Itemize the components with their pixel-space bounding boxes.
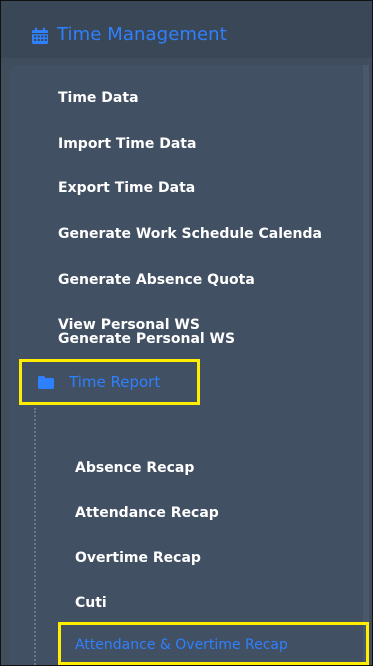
menu-item-time-data[interactable]: Time Data xyxy=(58,89,139,107)
menu-item-cuti[interactable]: Cuti xyxy=(75,594,107,612)
menu-item-attendance-recap[interactable]: Attendance Recap xyxy=(75,504,219,522)
menu-item-attendance-overtime-recap[interactable]: Attendance & Overtime Recap xyxy=(58,622,369,665)
menu-item-generate-personal-ws[interactable]: Generate Personal WS xyxy=(58,330,235,348)
menu-item-import-time-data[interactable]: Import Time Data xyxy=(58,135,196,153)
scrollbar[interactable] xyxy=(363,65,369,665)
menu-item-generate-absence-quota[interactable]: Generate Absence Quota xyxy=(58,271,255,289)
calendar-icon xyxy=(32,27,48,44)
menu-item-export-time-data[interactable]: Export Time Data xyxy=(58,179,195,197)
menu-item-absence-recap[interactable]: Absence Recap xyxy=(75,459,194,477)
section-title: Time Management xyxy=(57,24,227,45)
menu-item-generate-work-schedule-calendar[interactable]: Generate Work Schedule Calenda xyxy=(58,225,322,243)
tree-guide-line xyxy=(34,408,36,665)
folder-label: Time Report xyxy=(69,373,161,391)
sidebar-panel: Time Management Time Data Import Time Da… xyxy=(0,0,373,666)
folder-time-report[interactable]: Time Report xyxy=(19,359,200,405)
folder-icon xyxy=(38,376,54,389)
active-item-label: Attendance & Overtime Recap xyxy=(75,637,288,653)
menu-item-overtime-recap[interactable]: Overtime Recap xyxy=(75,549,201,567)
section-header-time-management[interactable]: Time Management xyxy=(1,1,372,58)
